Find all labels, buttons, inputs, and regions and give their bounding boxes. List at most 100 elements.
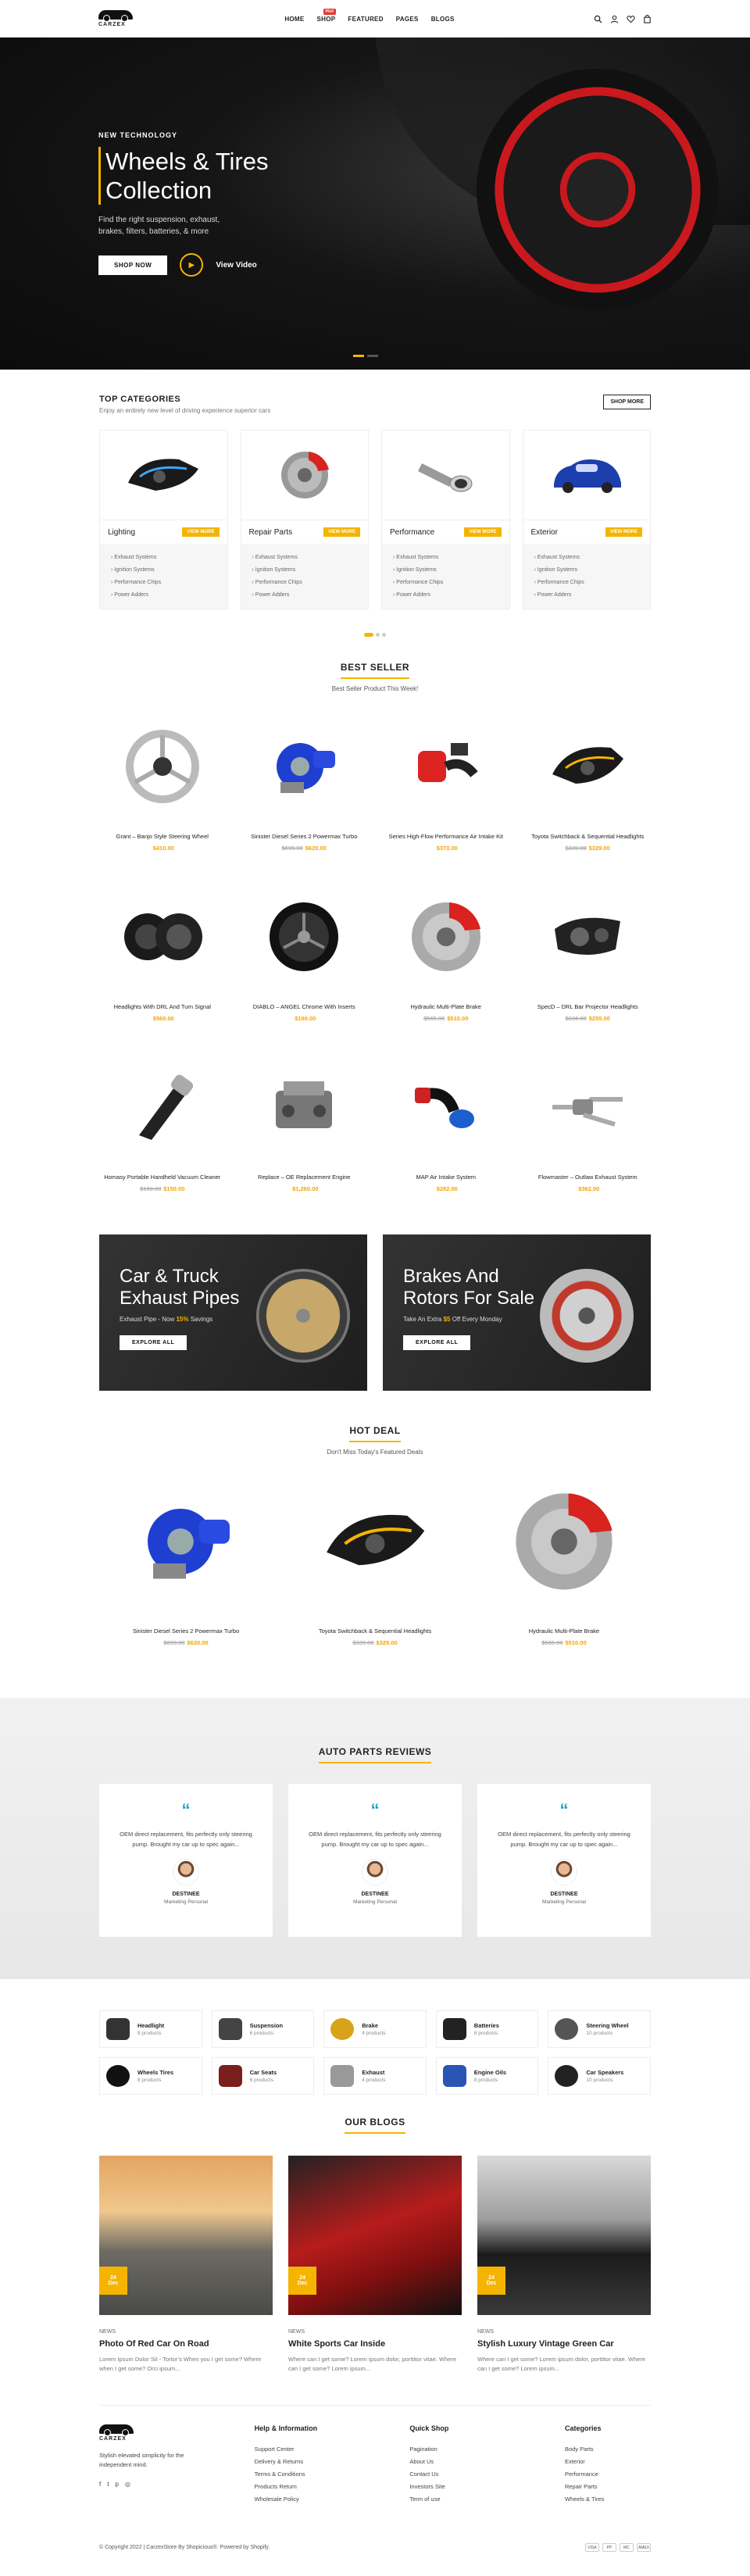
blog-title[interactable]: White Sports Car Inside <box>288 2339 462 2349</box>
category-link[interactable]: › Ignition Systems <box>534 564 640 577</box>
page-dot-3[interactable] <box>382 633 386 637</box>
product-name[interactable]: Hydraulic Multi-Plate Brake <box>383 1003 509 1010</box>
product-card[interactable]: Hydraulic Multi-Plate Brake $565.00 $510.… <box>383 878 509 1049</box>
product-card[interactable]: Homasy Portable Handheld Vacuum Cleaner … <box>99 1049 226 1219</box>
explore-all-button[interactable]: EXPLORE ALL <box>403 1335 471 1350</box>
footer-link[interactable]: Support Center <box>255 2443 372 2456</box>
product-name[interactable]: Toyota Switchback & Sequential Headlight… <box>288 1627 462 1635</box>
footer-link[interactable]: Terms & Conditions <box>255 2468 372 2481</box>
page-dot-2[interactable] <box>376 633 380 637</box>
footer-link[interactable]: Repair Parts <box>565 2481 651 2493</box>
shop-more-button[interactable]: SHOP MORE <box>603 395 651 409</box>
product-name[interactable]: Headlights With DRL And Turn Signal <box>99 1003 226 1010</box>
category-link[interactable]: › Exhaust Systems <box>534 552 640 564</box>
category-link[interactable]: › Power Adders <box>111 589 216 602</box>
blog-card[interactable]: 24 Dec NEWS White Sports Car Inside Where… <box>288 2156 462 2374</box>
product-name[interactable]: Series High-Flow Performance Air Intake … <box>383 833 509 840</box>
product-card[interactable]: Flowmaster – Outlaw Exhaust System $362.… <box>525 1049 652 1219</box>
search-icon[interactable] <box>594 15 602 23</box>
category-card-repair-parts[interactable]: Repair Parts VIEW MORE › Exhaust Systems… <box>240 430 369 609</box>
nav-blogs[interactable]: BLOGS <box>431 16 455 23</box>
cart-icon[interactable] <box>643 14 652 23</box>
product-name[interactable]: Toyota Switchback & Sequential Headlight… <box>525 833 652 840</box>
category-link[interactable]: › Power Adders <box>534 589 640 602</box>
product-card[interactable]: MAP Air Intake System $282.00 <box>383 1049 509 1219</box>
slide-dot-2[interactable] <box>367 355 378 357</box>
page-dot-1[interactable] <box>364 633 373 637</box>
product-name[interactable]: Sinister Diesel Series 2 Powermax Turbo <box>241 833 368 840</box>
nav-shop[interactable]: Hot SHOP <box>317 8 337 23</box>
shortcut-engine-oils[interactable]: Engine Oils 8 products <box>435 2057 539 2095</box>
facebook-icon[interactable]: f <box>99 2481 101 2488</box>
product-card[interactable]: Headlights With DRL And Turn Signal $560… <box>99 878 226 1049</box>
category-link[interactable]: › Ignition Systems <box>111 564 216 577</box>
product-card[interactable]: Toyota Switchback & Sequential Headlight… <box>525 708 652 878</box>
view-more-button[interactable]: VIEW MORE <box>182 527 220 537</box>
blog-card[interactable]: 24 Dec NEWS Stylish Luxury Vintage Green … <box>477 2156 651 2374</box>
shortcut-wheels-tires[interactable]: Wheels Tires 8 products <box>99 2057 202 2095</box>
category-link[interactable]: › Power Adders <box>393 589 498 602</box>
category-link[interactable]: › Performance Chips <box>393 577 498 589</box>
product-name[interactable]: SpecD – DRL Bar Projector Headlights <box>525 1003 652 1010</box>
shortcut-suspension[interactable]: Suspension 6 products <box>211 2010 315 2048</box>
blog-title[interactable]: Photo Of Red Car On Road <box>99 2339 273 2349</box>
instagram-icon[interactable]: ◎ <box>125 2481 130 2488</box>
category-link[interactable]: › Power Adders <box>252 589 358 602</box>
shortcut-steering-wheel[interactable]: Steering Wheel 10 products <box>548 2010 651 2048</box>
product-card[interactable]: Grant – Banjo Style Steering Wheel $410.… <box>99 708 226 878</box>
product-name[interactable]: Flowmaster – Outlaw Exhaust System <box>525 1174 652 1181</box>
view-more-button[interactable]: VIEW MORE <box>323 527 360 537</box>
nav-pages[interactable]: PAGES <box>396 16 419 23</box>
shortcut-headlight[interactable]: Headlight 8 products <box>99 2010 202 2048</box>
product-name[interactable]: DIABLO – ANGEL Chrome With Inserts <box>241 1003 368 1010</box>
product-card[interactable]: Hydraulic Multi-Plate Brake $565.00 $510.… <box>477 1463 651 1667</box>
twitter-icon[interactable]: t <box>107 2481 109 2488</box>
category-link[interactable]: › Exhaust Systems <box>252 552 358 564</box>
footer-link[interactable]: Wholesale Policy <box>255 2493 372 2506</box>
category-link[interactable]: › Ignition Systems <box>252 564 358 577</box>
shortcut-batteries[interactable]: Batteries 8 products <box>435 2010 539 2048</box>
footer-link[interactable]: Wheels & Tires <box>565 2493 651 2506</box>
view-video-link[interactable]: View Video <box>216 261 256 270</box>
product-name[interactable]: Grant – Banjo Style Steering Wheel <box>99 833 226 840</box>
category-card-exterior[interactable]: Exterior VIEW MORE › Exhaust Systems › I… <box>522 430 651 609</box>
footer-link[interactable]: Contact Us <box>409 2468 527 2481</box>
category-link[interactable]: › Performance Chips <box>111 577 216 589</box>
footer-link[interactable]: Body Parts <box>565 2443 651 2456</box>
shortcut-car-speakers[interactable]: Car Speakers 10 products <box>548 2057 651 2095</box>
category-card-performance[interactable]: Performance VIEW MORE › Exhaust Systems … <box>381 430 510 609</box>
category-card-lighting[interactable]: Lighting VIEW MORE › Exhaust Systems › I… <box>99 430 228 609</box>
blog-category[interactable]: NEWS <box>288 2329 462 2335</box>
product-name[interactable]: MAP Air Intake System <box>383 1174 509 1181</box>
shortcut-exhaust[interactable]: Exhaust 4 products <box>323 2057 427 2095</box>
blog-card[interactable]: 24 Dec NEWS Photo Of Red Car On Road Lore… <box>99 2156 273 2374</box>
category-link[interactable]: › Exhaust Systems <box>393 552 498 564</box>
footer-logo[interactable]: CARZEX <box>99 2424 146 2442</box>
blog-title[interactable]: Stylish Luxury Vintage Green Car <box>477 2339 651 2349</box>
product-card[interactable]: Sinister Diesel Series 2 Powermax Turbo … <box>241 708 368 878</box>
footer-link[interactable]: Performance <box>565 2468 651 2481</box>
heart-icon[interactable] <box>627 15 635 23</box>
explore-all-button[interactable]: EXPLORE ALL <box>120 1335 188 1350</box>
view-more-button[interactable]: VIEW MORE <box>464 527 502 537</box>
product-name[interactable]: Homasy Portable Handheld Vacuum Cleaner <box>99 1174 226 1181</box>
product-card[interactable]: DIABLO – ANGEL Chrome With Inserts $190.… <box>241 878 368 1049</box>
category-link[interactable]: › Performance Chips <box>534 577 640 589</box>
shortcut-brake[interactable]: Brake 4 products <box>323 2010 427 2048</box>
shortcut-car-seats[interactable]: Car Seats 6 products <box>211 2057 315 2095</box>
product-card[interactable]: SpecD – DRL Bar Projector Headlights $33… <box>525 878 652 1049</box>
site-logo[interactable]: CARZEX <box>98 10 145 27</box>
footer-link[interactable]: Products Return <box>255 2481 372 2493</box>
footer-link[interactable]: Delivery & Returns <box>255 2456 372 2468</box>
footer-link[interactable]: Term of use <box>409 2493 527 2506</box>
blog-category[interactable]: NEWS <box>99 2329 273 2335</box>
footer-link[interactable]: Exterior <box>565 2456 651 2468</box>
product-name[interactable]: Sinister Diesel Series 2 Powermax Turbo <box>99 1627 273 1635</box>
category-link[interactable]: › Ignition Systems <box>393 564 498 577</box>
view-more-button[interactable]: VIEW MORE <box>605 527 642 537</box>
exhaust-pipes-banner[interactable]: Car & Truck Exhaust Pipes Exhaust Pipe - … <box>99 1234 367 1391</box>
play-icon[interactable]: ▶ <box>180 253 204 277</box>
nav-featured[interactable]: FEATURED <box>348 16 383 23</box>
product-name[interactable]: Replace – OE Replacement Engine <box>241 1174 368 1181</box>
product-name[interactable]: Hydraulic Multi-Plate Brake <box>477 1627 651 1635</box>
